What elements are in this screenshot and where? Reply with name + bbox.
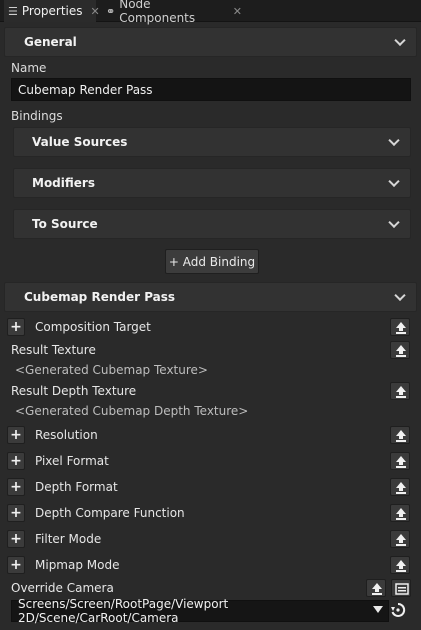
tab-properties-label: Properties: [21, 4, 83, 18]
tab-node-components-label: Node Components: [119, 0, 196, 25]
chevron-down-icon: [394, 34, 406, 47]
upload-icon[interactable]: [390, 382, 410, 400]
tab-properties[interactable]: ☰ Properties ✕: [4, 0, 100, 22]
result-depth-texture-value: <Generated Cubemap Depth Texture>: [15, 404, 249, 418]
modifiers-title: Modifiers: [32, 176, 95, 190]
general-section-header[interactable]: General: [4, 27, 417, 57]
add-mipmap-mode-button[interactable]: +: [7, 556, 25, 574]
add-depth-compare-function-button[interactable]: +: [7, 504, 25, 522]
override-camera-path-value: Screens/Screen/RootPage/Viewport 2D/Scen…: [18, 597, 229, 625]
upload-icon[interactable]: [390, 504, 410, 522]
add-depth-format-button[interactable]: +: [7, 478, 25, 496]
cubemap-render-pass-section-header[interactable]: Cubemap Render Pass: [4, 282, 417, 312]
revert-icon[interactable]: [390, 602, 406, 620]
chevron-down-icon: [388, 216, 400, 229]
tab-bar: ☰ Properties ✕ ⚭ Node Components ✕: [0, 0, 421, 25]
add-composition-target-button[interactable]: +: [7, 318, 25, 336]
chevron-down-icon: [388, 175, 400, 188]
pixel-format-label: Pixel Format: [35, 454, 109, 468]
node-components-icon: ⚭: [106, 4, 116, 18]
close-icon[interactable]: ✕: [91, 5, 100, 18]
general-section-title: General: [24, 35, 77, 49]
cubemap-render-pass-title: Cubemap Render Pass: [24, 290, 176, 304]
upload-icon[interactable]: [390, 426, 410, 444]
chevron-down-icon: [394, 289, 406, 302]
close-icon[interactable]: ✕: [233, 5, 242, 18]
add-pixel-format-button[interactable]: +: [7, 452, 25, 470]
name-field[interactable]: Cubemap Render Pass: [11, 78, 411, 101]
upload-icon[interactable]: [390, 452, 410, 470]
to-source-section[interactable]: To Source: [13, 209, 411, 239]
tab-node-components[interactable]: ⚭ Node Components ✕: [102, 0, 242, 25]
node-browser-icon[interactable]: [391, 579, 411, 597]
name-label: Name: [11, 61, 47, 75]
upload-icon[interactable]: [366, 579, 386, 597]
mipmap-mode-label: Mipmap Mode: [35, 558, 120, 572]
properties-icon: ☰: [8, 4, 18, 18]
upload-icon[interactable]: [390, 478, 410, 496]
resolution-label: Resolution: [35, 428, 98, 442]
upload-icon[interactable]: [390, 341, 410, 359]
result-texture-label: Result Texture: [11, 343, 96, 357]
result-depth-texture-label: Result Depth Texture: [11, 384, 137, 398]
add-filter-mode-button[interactable]: +: [7, 530, 25, 548]
upload-icon[interactable]: [390, 530, 410, 548]
composition-target-label: Composition Target: [35, 320, 151, 334]
modifiers-section[interactable]: Modifiers: [13, 168, 411, 198]
result-texture-value: <Generated Cubemap Texture>: [15, 363, 208, 377]
chevron-down-icon: [373, 606, 383, 613]
filter-mode-label: Filter Mode: [35, 532, 102, 546]
upload-icon[interactable]: [390, 556, 410, 574]
value-sources-section[interactable]: Value Sources: [13, 127, 411, 157]
depth-compare-function-label: Depth Compare Function: [35, 506, 185, 520]
depth-format-label: Depth Format: [35, 480, 118, 494]
override-camera-label: Override Camera: [11, 581, 114, 595]
to-source-title: To Source: [32, 217, 98, 231]
chevron-down-icon: [388, 134, 400, 147]
value-sources-title: Value Sources: [32, 135, 128, 149]
add-binding-button[interactable]: + Add Binding: [165, 249, 259, 274]
upload-icon[interactable]: [390, 318, 410, 336]
bindings-label: Bindings: [11, 109, 63, 123]
add-resolution-button[interactable]: +: [7, 426, 25, 444]
override-camera-path-dropdown[interactable]: Screens/Screen/RootPage/Viewport 2D/Scen…: [11, 597, 389, 625]
